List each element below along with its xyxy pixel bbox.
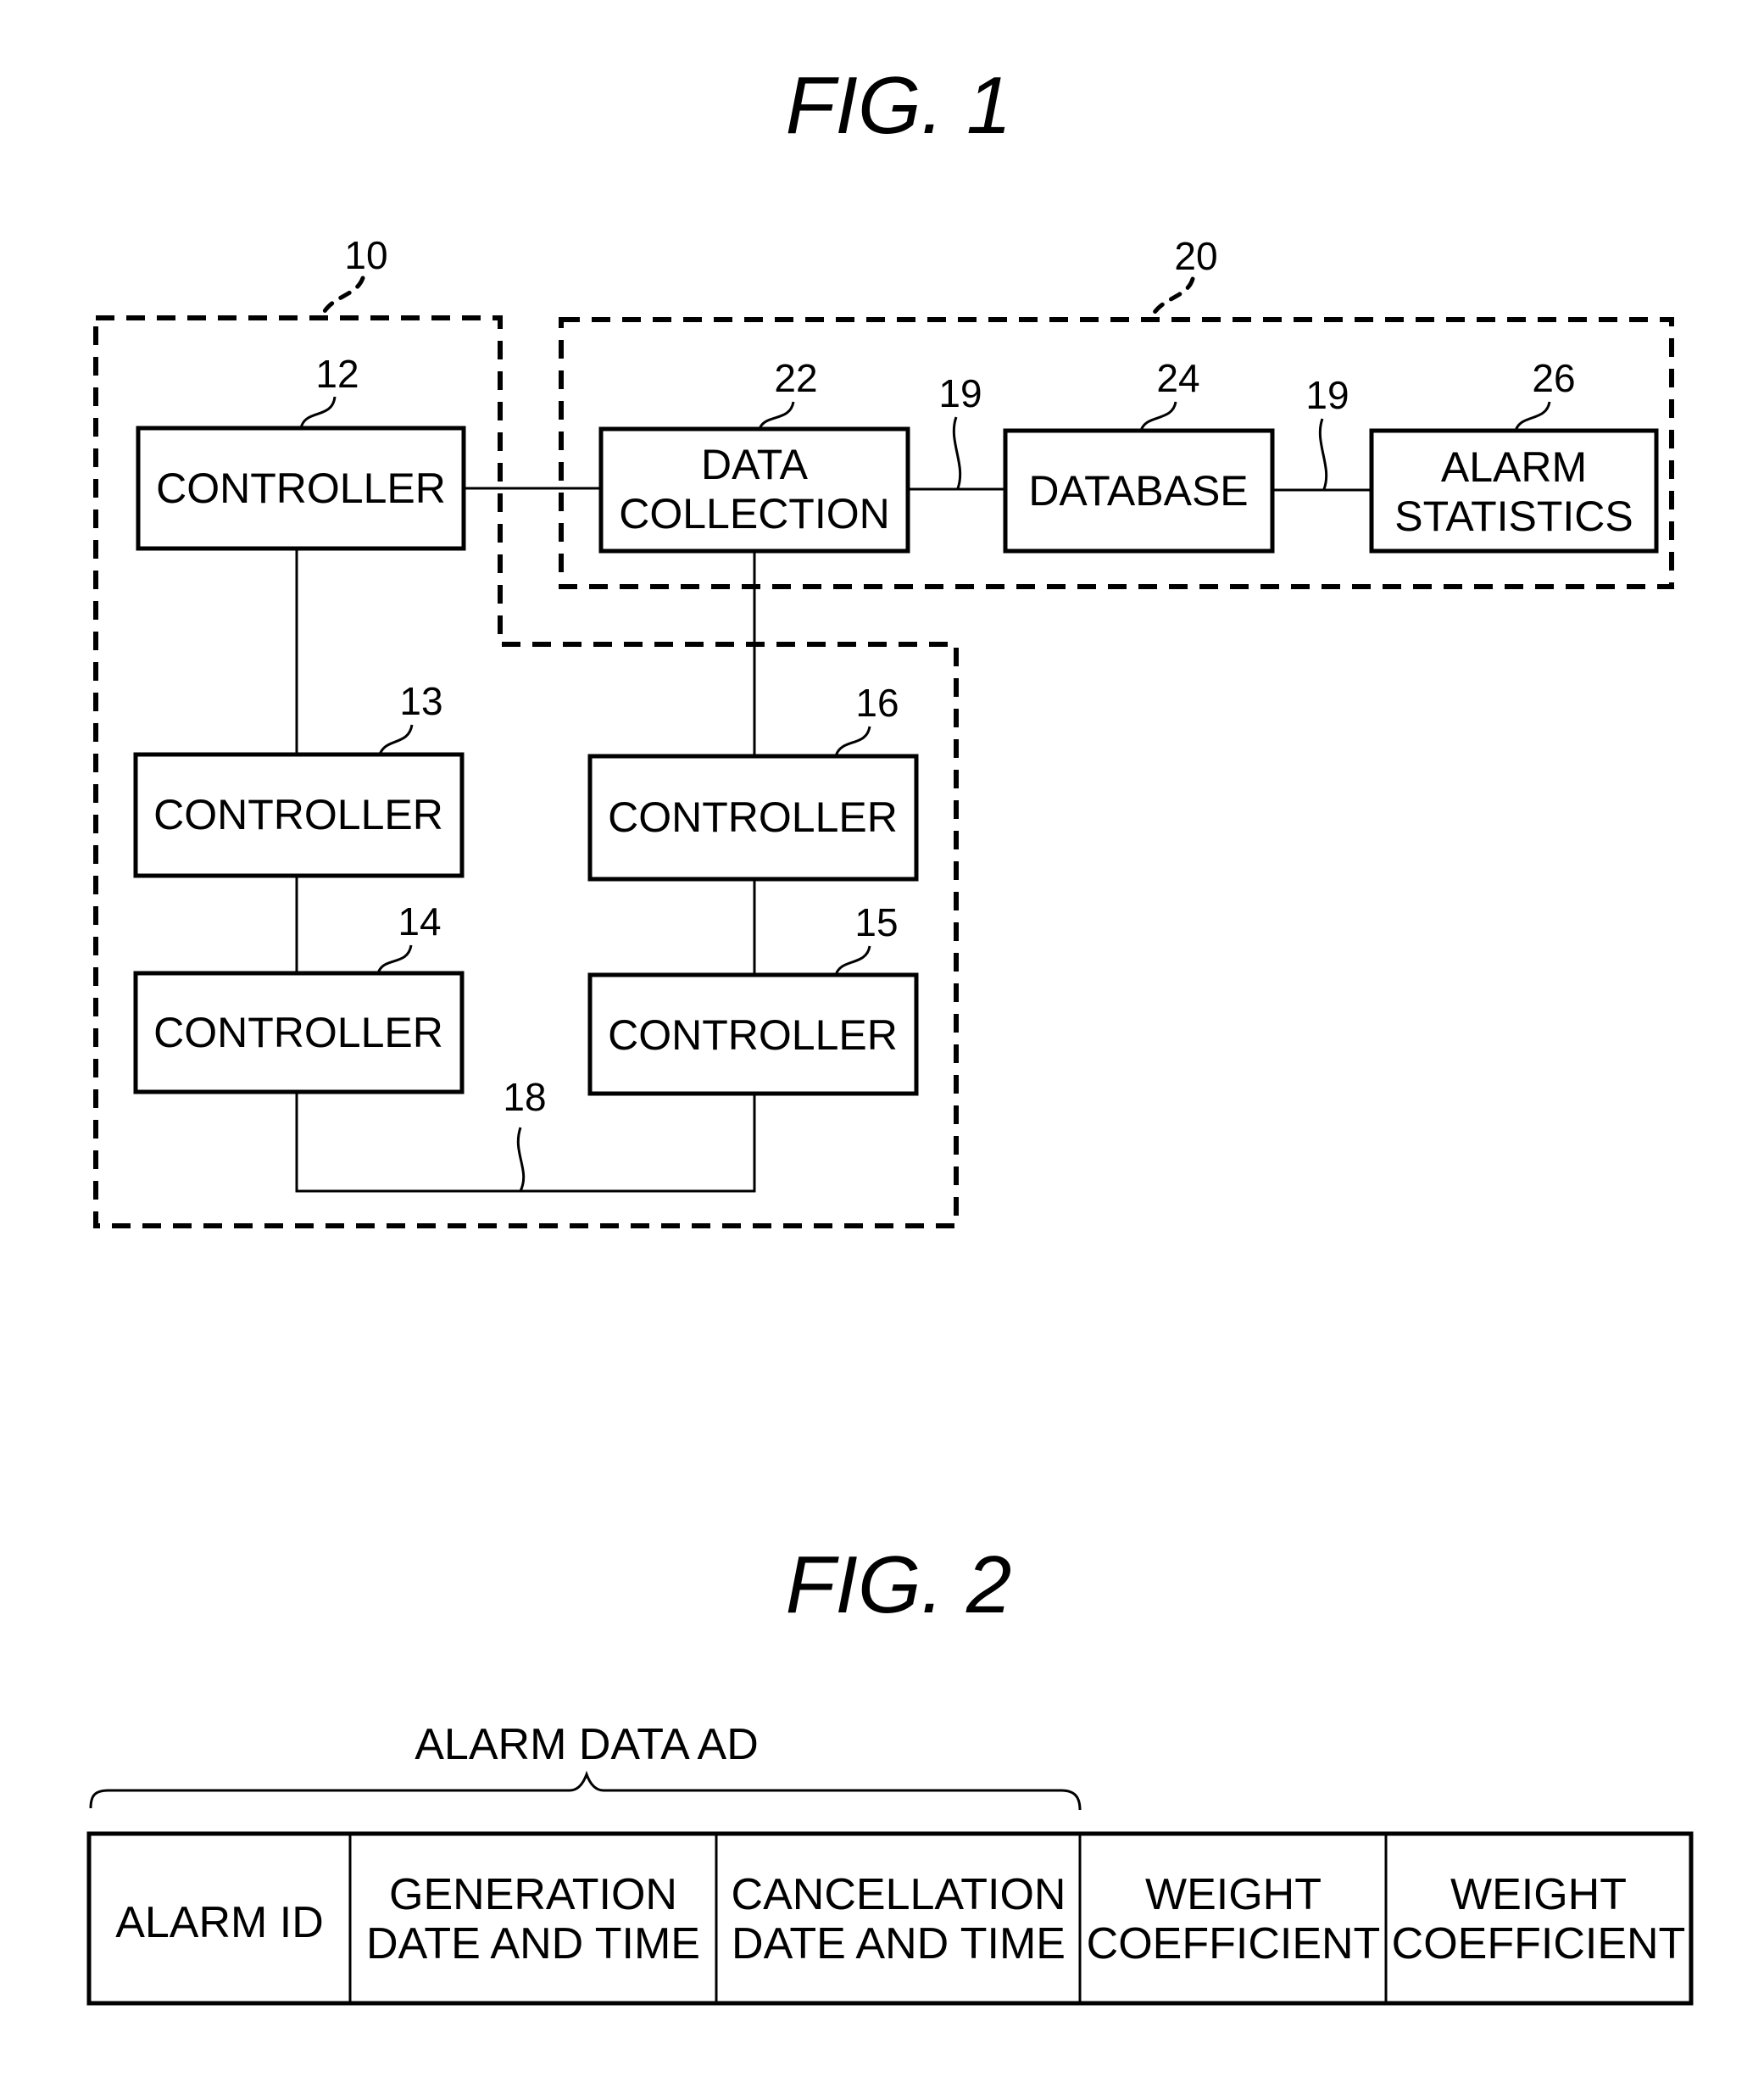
field-label-line1: WEIGHT [1145,1870,1322,1919]
field-label-line1: CANCELLATION [732,1870,1066,1919]
field-label-line2: DATE AND TIME [366,1919,700,1968]
link-19a-leader [952,416,962,489]
group-10-leader [320,276,365,318]
field-label-line2: COEFFICIENT [1087,1919,1381,1968]
block-ref: 24 [1156,356,1199,400]
alarm-data-brace [89,1770,1082,1811]
block-leader [376,944,413,974]
block-leader [834,726,871,757]
block-label-line1: ALARM [1441,443,1587,491]
block-ref: 22 [774,356,817,400]
block-controller-13: CONTROLLER 13 [133,679,465,878]
block-label: CONTROLLER [153,791,443,838]
link-18-leader [516,1127,526,1192]
block-ref: 14 [398,899,441,944]
link-ref-19a: 19 [938,371,982,415]
fig1-title: FIG. 1 [786,60,1012,151]
field-alarm-id: ALARM ID [115,1898,324,1947]
group-20-ref: 20 [1174,234,1217,278]
group-20-leader [1149,276,1195,320]
alarm-data-label: ALARM DATA AD [415,1720,759,1769]
link-ref-19b: 19 [1305,373,1349,417]
link-19b-leader [1318,418,1328,490]
block-ref: 13 [399,679,442,723]
block-label-line1: DATA [701,441,809,488]
block-database-24: DATABASE 24 [1003,356,1275,554]
field-label-line1: WEIGHT [1450,1870,1627,1919]
field-label-line2: DATE AND TIME [732,1919,1066,1968]
block-label: CONTROLLER [608,793,898,841]
block-controller-12: CONTROLLER 12 [136,352,466,551]
field-cancellation-datetime: CANCELLATION DATE AND TIME [732,1870,1066,1968]
block-ref: 15 [854,900,898,944]
block-label: CONTROLLER [608,1011,898,1059]
field-label-line2: COEFFICIENT [1392,1919,1686,1968]
block-label-line2: COLLECTION [619,490,890,537]
block-leader [378,724,414,755]
block-label-line2: STATISTICS [1394,493,1633,540]
block-leader [299,396,337,429]
field-label-line1: GENERATION [389,1870,677,1919]
block-label: DATABASE [1028,467,1248,515]
field-generation-datetime: GENERATION DATE AND TIME [366,1870,700,1968]
block-leader [758,401,795,430]
block-ref: 12 [315,352,359,396]
fig2-title: FIG. 2 [786,1539,1012,1630]
block-ref: 26 [1532,356,1575,400]
block-controller-14: CONTROLLER 14 [133,899,465,1094]
block-label: CONTROLLER [156,465,446,512]
block-label: CONTROLLER [153,1009,443,1056]
block-leader [1514,401,1551,431]
field-label: ALARM ID [115,1898,324,1947]
block-ref: 16 [855,681,899,725]
patent-drawing: FIG. 1 10 20 19 19 18 CONTROLLER 12 CONT… [86,60,1694,2006]
block-alarm-statistics-26: ALARM STATISTICS 26 [1369,356,1659,554]
alarm-data-record: ALARM ID GENERATION DATE AND TIME CANCEL… [86,1831,1694,2006]
block-data-collection-22: DATA COLLECTION 22 [598,356,910,554]
group-10-ref: 10 [344,233,387,277]
link-ref-18: 18 [503,1075,546,1119]
block-leader [1139,401,1177,431]
block-leader [834,945,871,976]
